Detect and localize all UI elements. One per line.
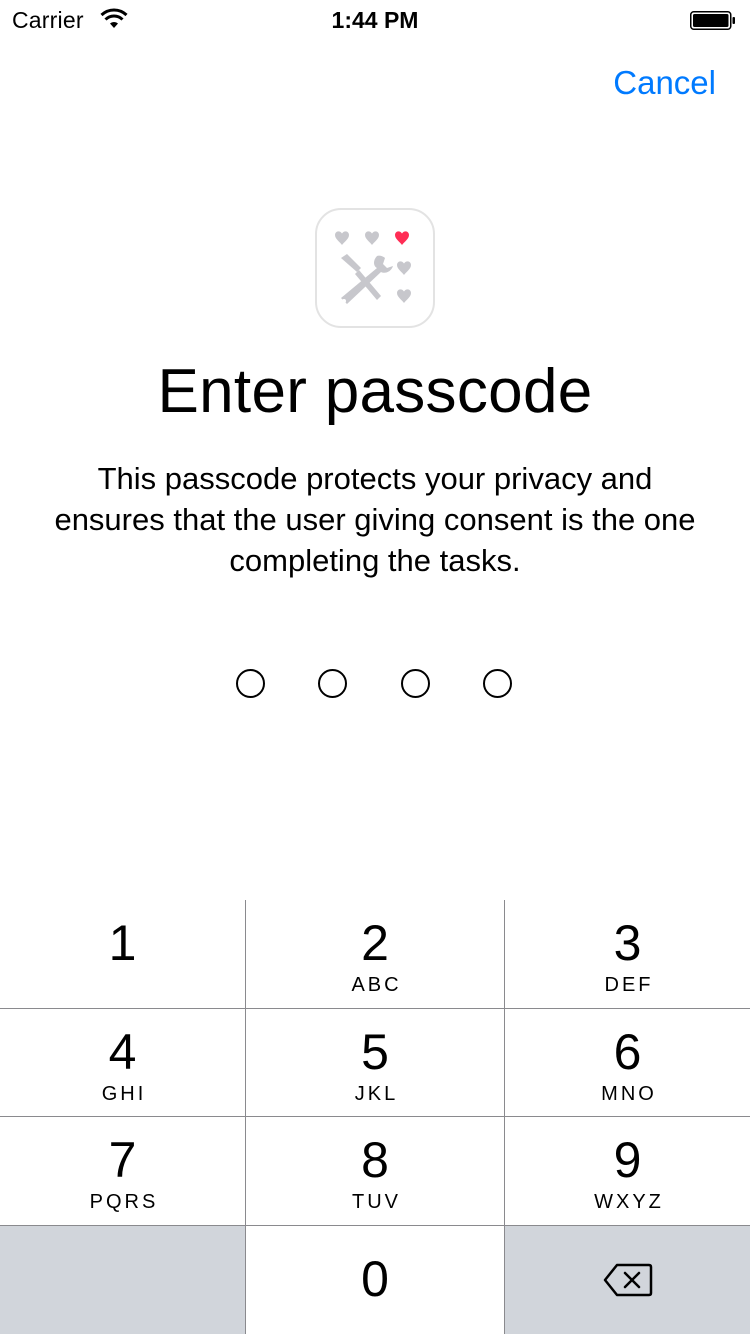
key-digit: 8 xyxy=(361,1132,389,1188)
passcode-dot xyxy=(236,669,265,698)
keypad-divider xyxy=(0,1116,750,1117)
key-6[interactable]: 6 MNO xyxy=(505,1009,750,1116)
numeric-keypad: 1 2 ABC 3 DEF 4 GHI 5 JKL 6 MNO 7 PQRS 8… xyxy=(0,900,750,1334)
battery-full-icon xyxy=(690,11,736,30)
passcode-dots xyxy=(236,669,516,699)
key-digit: 7 xyxy=(108,1132,137,1188)
key-digit: 9 xyxy=(613,1132,642,1188)
key-letters: ABC xyxy=(351,974,402,996)
key-digit: 1 xyxy=(108,915,137,971)
keypad-divider xyxy=(504,900,505,1334)
status-bar: Carrier 1:44 PM xyxy=(0,0,750,40)
clock: 1:44 PM xyxy=(331,7,419,33)
key-letters: DEF xyxy=(604,974,654,996)
keypad-divider xyxy=(245,900,246,1334)
key-digit: 4 xyxy=(108,1024,137,1080)
key-3[interactable]: 3 DEF xyxy=(505,900,750,1008)
passcode-dot xyxy=(483,669,512,698)
key-letters: MNO xyxy=(601,1083,657,1105)
key-digit: 2 xyxy=(361,915,389,971)
key-2[interactable]: 2 ABC xyxy=(246,900,504,1008)
key-digit: 5 xyxy=(361,1024,389,1080)
keypad-divider xyxy=(0,1225,750,1226)
hearts-and-tools-icon xyxy=(335,231,411,304)
key-letters: WXYZ xyxy=(594,1191,664,1213)
key-letters: PQRS xyxy=(89,1191,159,1213)
page-subtitle: This passcode protects your privacy and … xyxy=(54,461,696,578)
page-title: Enter passcode xyxy=(157,357,593,426)
key-1[interactable]: 1 xyxy=(0,900,245,1008)
key-letters: JKL xyxy=(354,1083,399,1105)
key-0[interactable]: 0 xyxy=(246,1226,504,1334)
key-letters: TUV xyxy=(352,1191,401,1213)
app-icon xyxy=(315,208,435,328)
keypad-divider xyxy=(0,1008,750,1009)
passcode-dot xyxy=(318,669,347,698)
key-digit: 6 xyxy=(613,1024,642,1080)
key-8[interactable]: 8 TUV xyxy=(246,1117,504,1225)
key-digit: 0 xyxy=(361,1251,389,1307)
cancel-button[interactable]: Cancel xyxy=(613,64,716,102)
key-9[interactable]: 9 WXYZ xyxy=(505,1117,750,1225)
delete-backspace-icon xyxy=(603,1263,653,1297)
key-7[interactable]: 7 PQRS xyxy=(0,1117,245,1225)
delete-button[interactable] xyxy=(505,1226,750,1334)
key-letters: GHI xyxy=(101,1083,147,1105)
key-5[interactable]: 5 JKL xyxy=(246,1009,504,1116)
key-4[interactable]: 4 GHI xyxy=(0,1009,245,1116)
key-digit: 3 xyxy=(613,915,642,971)
blank-key xyxy=(0,1226,245,1334)
passcode-dot xyxy=(401,669,430,698)
